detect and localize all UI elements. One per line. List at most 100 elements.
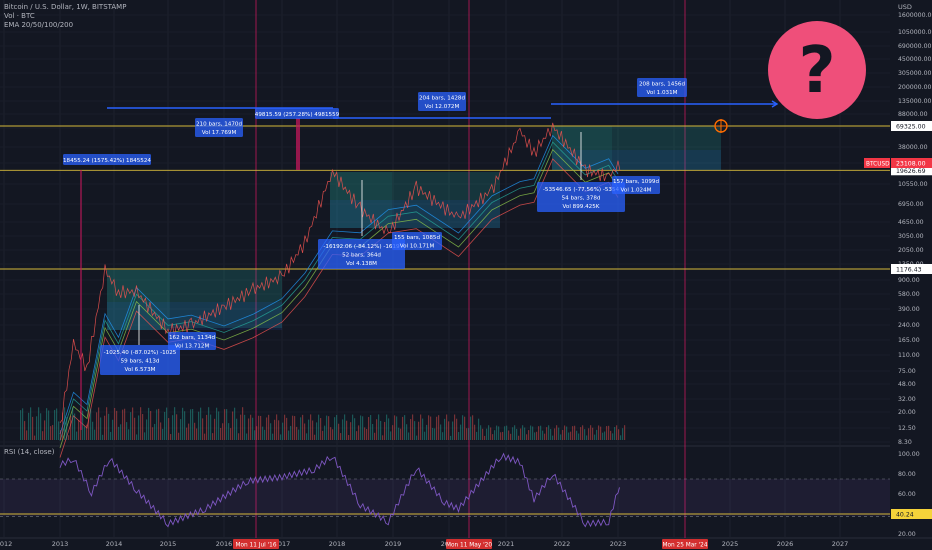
measure-label-text: -53546.65 (-77.56%) -5354: [543, 187, 620, 193]
volume-bar: [508, 430, 510, 440]
measure-label-text: Vol 1.024M: [621, 188, 652, 194]
price-axis-title: USD: [898, 3, 912, 11]
volume-bar: [438, 415, 440, 440]
measure-label-text: Vol 4.138M: [346, 261, 377, 267]
volume-bar: [546, 427, 548, 440]
measure-label-text: Vol 10.171M: [400, 244, 435, 250]
volume-bar: [542, 430, 544, 440]
rsi-tick-label: 80.00: [898, 471, 916, 478]
volume-bar: [264, 429, 266, 440]
volume-bar: [618, 429, 620, 440]
volume-bar: [166, 407, 168, 440]
volume-bar: [606, 426, 608, 440]
measure-label-text: 49815.59 (257.28%) 4981559: [255, 112, 340, 118]
chart-area[interactable]: 1600000.00 1050000.00 690000.00 450000.00 30…: [0, 0, 932, 550]
volume-bar: [394, 415, 396, 440]
volume-bar: [348, 435, 350, 440]
volume-bar: [222, 423, 224, 440]
rsi-value-tag: 40.24: [896, 512, 914, 519]
x-tick-label: 2013: [52, 540, 69, 548]
chart-svg[interactable]: 1600000.00 1050000.00 690000.00 450000.00 30…: [0, 0, 932, 550]
volume-bar: [518, 435, 520, 440]
volume-bar: [398, 427, 400, 440]
volume-bar: [332, 429, 334, 440]
price-tick-label: 135000.00: [898, 98, 932, 105]
volume-bar: [510, 433, 512, 440]
volume-bar: [48, 410, 50, 440]
volume-bar: [198, 411, 200, 440]
volume-bar: [202, 418, 204, 440]
x-tick-label: 2016: [216, 540, 233, 548]
volume-bar: [226, 409, 228, 440]
volume-bar: [560, 434, 562, 440]
volume-bar: [502, 431, 504, 440]
volume-bar: [92, 421, 94, 440]
volume-bar: [464, 416, 466, 440]
volume-bar: [600, 426, 602, 440]
volume-bar: [62, 412, 64, 440]
volume-bar: [216, 407, 218, 440]
volume-bar: [566, 426, 568, 440]
volume-bar: [28, 412, 30, 440]
volume-bar: [416, 435, 418, 440]
volume-bar: [320, 418, 322, 440]
volume-bar: [408, 432, 410, 440]
volume-bar: [282, 422, 284, 440]
volume-bar: [312, 420, 314, 440]
volume-bar: [390, 431, 392, 440]
volume-bar: [174, 407, 176, 440]
volume-bar: [386, 414, 388, 440]
volume-bar: [88, 409, 90, 440]
volume-bar: [506, 425, 508, 440]
halving-marker-label: Mon 11 May '20: [446, 543, 492, 549]
measure-label-text: -1025.40 (-87.02%) -1025: [104, 350, 177, 356]
volume-bar: [276, 414, 278, 440]
measure-label-text: Vol 1.031M: [647, 90, 678, 96]
volume-bar: [124, 408, 126, 440]
volume-bar: [242, 407, 244, 440]
volume-bar: [574, 425, 576, 440]
volume-bar: [168, 418, 170, 440]
volume-bar: [470, 416, 472, 440]
volume-bar: [516, 428, 518, 440]
volume-bar: [248, 418, 250, 440]
volume-bar: [300, 417, 302, 440]
price-tick-label: 1600000.00: [898, 12, 932, 19]
volume-bar: [182, 407, 184, 440]
volume-bar: [406, 424, 408, 440]
volume-bar: [436, 416, 438, 440]
volume-bar: [548, 425, 550, 440]
price-tick-label: 200000.00: [898, 84, 932, 91]
volume-bar: [570, 431, 572, 440]
volume-bar: [370, 415, 372, 440]
volume-bar: [40, 413, 42, 440]
volume-bar: [512, 427, 514, 440]
volume-bar: [490, 427, 492, 440]
volume-bar: [110, 431, 112, 440]
measure-label-text: Vol 13.712M: [175, 344, 210, 350]
volume-bar: [388, 418, 390, 440]
measure-label-text: 157 bars, 1099d: [613, 179, 659, 185]
volume-bar: [164, 411, 166, 440]
measure-label-text: 59 bars, 413d: [121, 358, 160, 364]
volume-bar: [344, 414, 346, 440]
volume-bar: [552, 435, 554, 440]
volume-bar: [30, 407, 32, 440]
volume-bar: [70, 416, 72, 440]
volume-legend: Vol · BTC: [4, 12, 35, 20]
volume-bar: [160, 422, 162, 440]
volume-bar: [306, 433, 308, 440]
price-tick-label: 2050.00: [898, 247, 924, 254]
volume-bar: [22, 408, 24, 440]
volume-bar: [246, 433, 248, 440]
price-tick-label: 6950.00: [898, 201, 924, 208]
volume-bar: [112, 419, 114, 440]
volume-bar: [598, 425, 600, 440]
volume-bar: [374, 432, 376, 440]
volume-bar: [608, 425, 610, 440]
measure-label-text: Vol 899.425K: [563, 204, 600, 210]
volume-bar: [480, 425, 482, 440]
rsi-tick-label: 100.00: [898, 451, 920, 458]
volume-bar: [590, 425, 592, 440]
volume-bar: [318, 414, 320, 440]
